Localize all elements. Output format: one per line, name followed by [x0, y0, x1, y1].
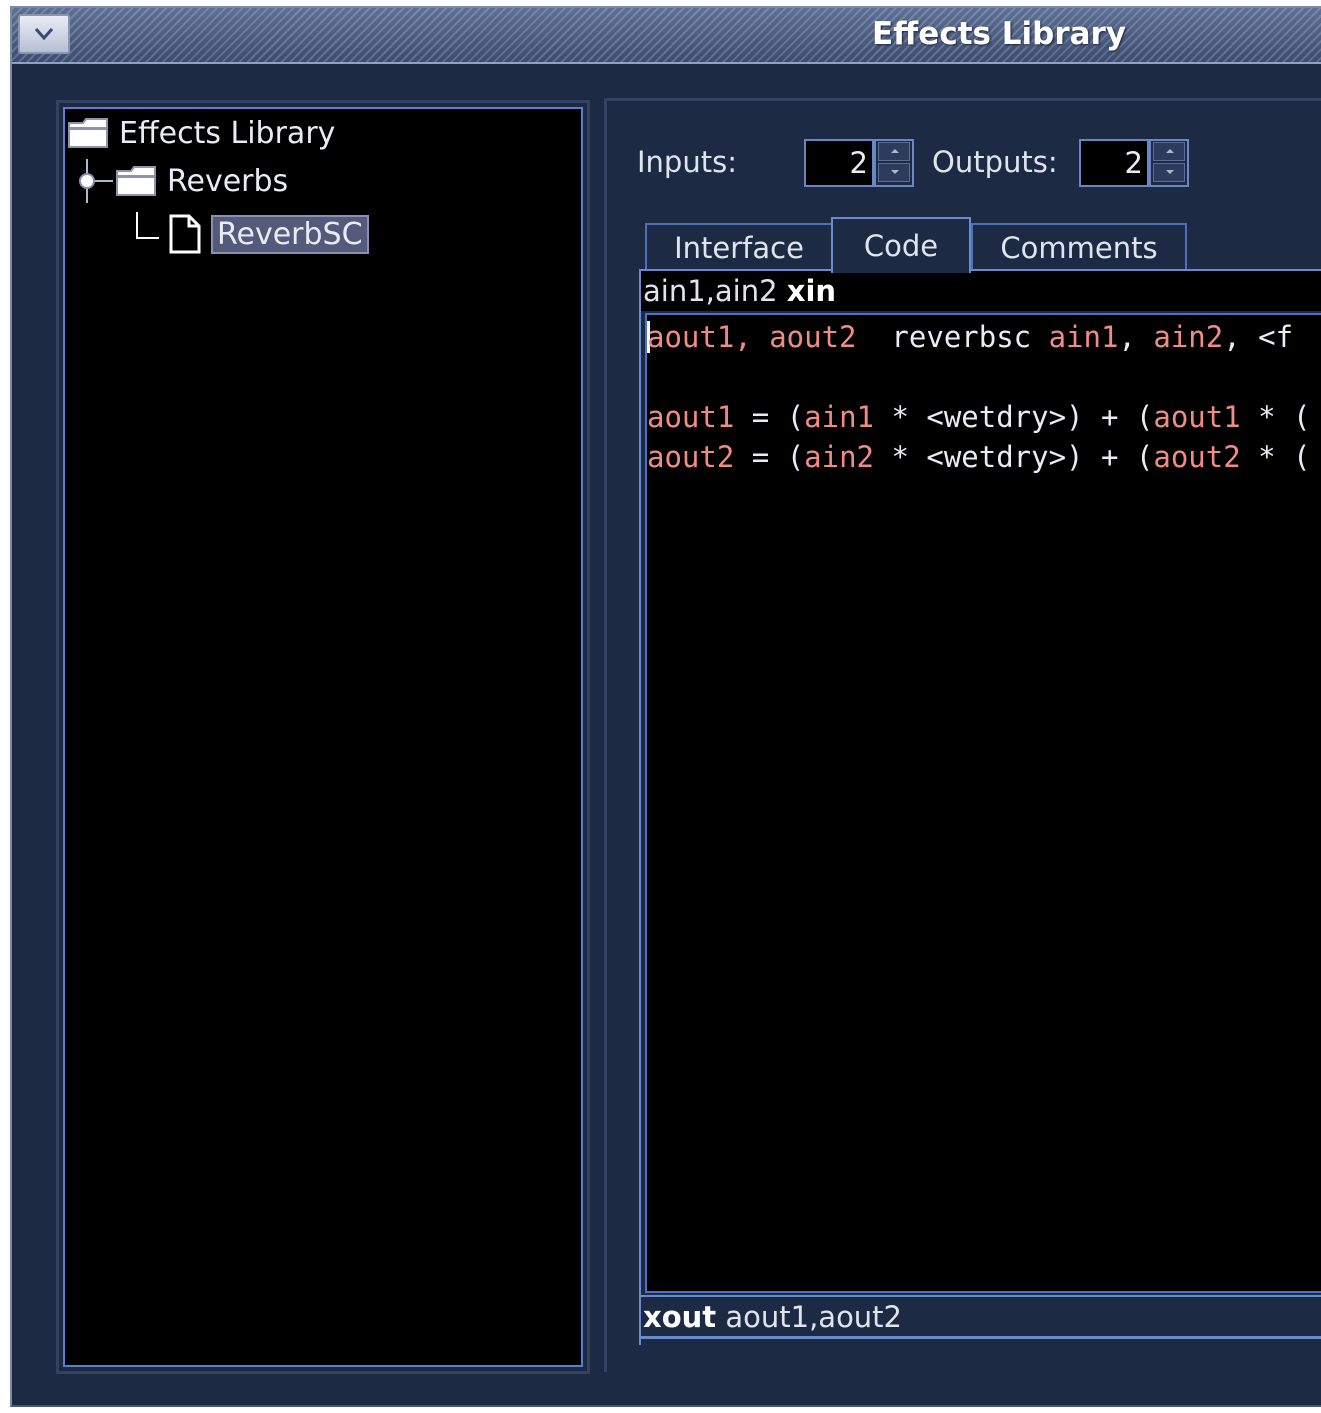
outputs-field[interactable]: 2	[1079, 139, 1149, 187]
outputs-spinner-buttons	[1149, 139, 1189, 187]
effect-editor-panel: Inputs: 2 Outputs: 2 Interface Code Comm…	[604, 98, 1321, 1372]
chevron-down-icon	[34, 28, 54, 41]
code-variable: aout1	[647, 400, 735, 434]
tree-panel: Effects Library Reverbs ReverbSC	[56, 100, 590, 1374]
code-variable: aout1, aout2	[647, 320, 857, 354]
window-menu-button[interactable]	[18, 14, 70, 54]
code-variable: aout2	[647, 440, 735, 474]
tree-node-reverbsc[interactable]: ReverbSC	[129, 207, 369, 261]
code-variable: aout2	[1153, 440, 1241, 474]
code-text: ,	[1118, 320, 1154, 354]
code-text: , <f	[1223, 320, 1294, 354]
code-text: * (	[1240, 440, 1311, 474]
effects-library-window: Effects Library Effects Library Reverbs …	[10, 6, 1321, 1407]
code-text: = (	[734, 440, 805, 474]
code-line: aout1 = (ain1 * <wetdry>) + (aout1 * (	[647, 397, 1311, 437]
outputs-decrement-button[interactable]	[1153, 163, 1185, 182]
header-keyword: xin	[786, 274, 837, 308]
effects-tree[interactable]: Effects Library Reverbs ReverbSC	[63, 107, 583, 1367]
tree-label-reverbsc[interactable]: ReverbSC	[211, 214, 369, 254]
code-editor[interactable]: aout1, aout2 reverbsc ain1, ain2, <f aout…	[645, 313, 1321, 1293]
title-bar[interactable]: Effects Library	[12, 8, 1321, 64]
tab-interface[interactable]: Interface	[645, 223, 833, 271]
code-tab-content: ain1,ain2 xin aout1, aout2 reverbsc ain1…	[639, 269, 1321, 1345]
file-icon	[169, 214, 201, 254]
code-text: reverbsc	[856, 320, 1049, 354]
code-variable: ain1	[1048, 320, 1119, 354]
code-variable: ain2	[1153, 320, 1224, 354]
inputs-spinner-buttons	[874, 139, 914, 187]
code-footer: xout aout1,aout2	[641, 1295, 1321, 1339]
inputs-field[interactable]: 2	[804, 139, 874, 187]
tree-connector-icon	[136, 212, 159, 239]
inputs-decrement-button[interactable]	[878, 163, 910, 182]
code-line: aout2 = (ain2 * <wetdry>) + (aout2 * (	[647, 437, 1311, 477]
tree-label-reverbs: Reverbs	[167, 163, 289, 199]
expand-handle-icon	[79, 159, 113, 203]
tree-node-root[interactable]: Effects Library	[67, 111, 335, 155]
tab-comments[interactable]: Comments	[971, 223, 1187, 271]
folder-icon	[68, 118, 108, 148]
inputs-increment-button[interactable]	[878, 142, 910, 161]
inputs-label: Inputs:	[637, 145, 737, 179]
code-variable: ain1	[804, 400, 874, 434]
tab-code[interactable]: Code	[831, 217, 971, 273]
code-variable: aout1	[1153, 400, 1241, 434]
code-line: aout1, aout2 reverbsc ain1, ain2, <f	[647, 317, 1293, 357]
code-text: * <wetdry>) + (	[874, 400, 1154, 434]
code-header: ain1,ain2 xin	[641, 271, 1321, 311]
header-args: ain1,ain2	[643, 274, 787, 308]
code-text: * <wetdry>) + (	[874, 440, 1154, 474]
tree-node-reverbs[interactable]: Reverbs	[71, 159, 288, 203]
window-title: Effects Library	[872, 16, 1127, 52]
inputs-spinner[interactable]: 2	[804, 139, 914, 187]
outputs-increment-button[interactable]	[1153, 142, 1185, 161]
outputs-label: Outputs:	[932, 145, 1058, 179]
code-text: = (	[734, 400, 805, 434]
footer-keyword: xout	[643, 1300, 717, 1334]
folder-icon	[116, 166, 156, 196]
code-text: * (	[1240, 400, 1311, 434]
code-variable: ain2	[804, 440, 874, 474]
tree-label-root: Effects Library	[119, 115, 336, 151]
footer-args: aout1,aout2	[716, 1300, 903, 1334]
outputs-spinner[interactable]: 2	[1079, 139, 1189, 187]
